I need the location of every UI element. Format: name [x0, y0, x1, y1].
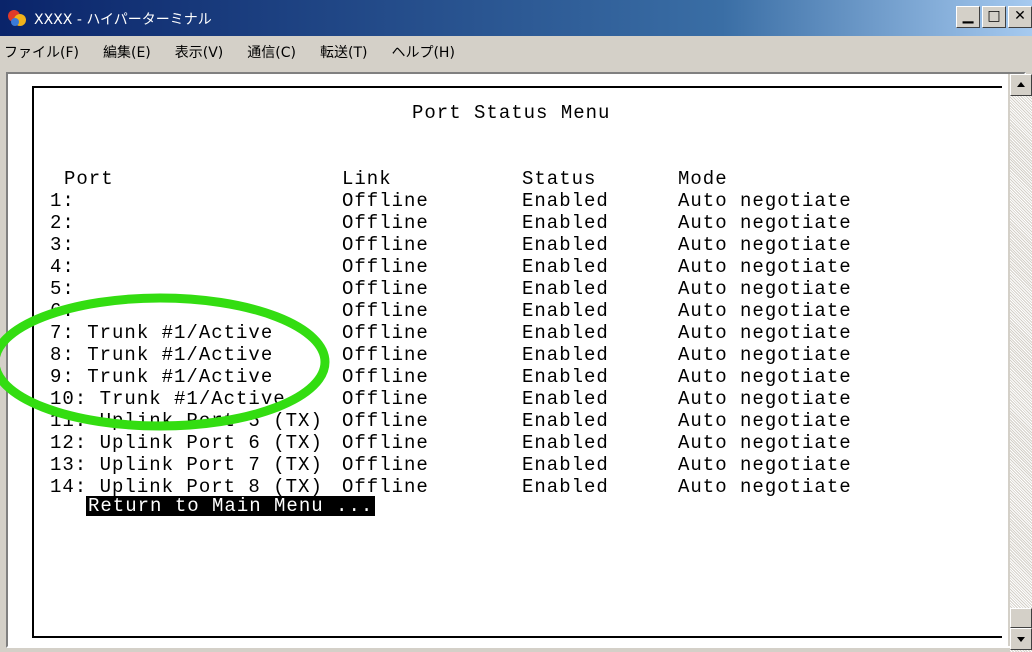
- window-title: XXXX - ハイパーターミナル: [34, 12, 212, 28]
- menu-communication[interactable]: 通信(C): [235, 42, 308, 62]
- row-1-link: Offline: [342, 190, 429, 212]
- maximize-button[interactable]: □: [982, 6, 1006, 28]
- close-icon: ✕: [1014, 8, 1026, 24]
- row-6-status: Enabled: [522, 300, 609, 322]
- row-3-status: Enabled: [522, 234, 609, 256]
- row-11-status: Enabled: [522, 410, 609, 432]
- row-7-link: Offline: [342, 322, 429, 344]
- maximize-icon: □: [987, 8, 1001, 24]
- row-3-port: 3:: [50, 234, 75, 256]
- row-5-link: Offline: [342, 278, 429, 300]
- row-12-port: 12: Uplink Port 6 (TX): [50, 432, 323, 454]
- scroll-up-button[interactable]: [1010, 74, 1032, 96]
- title-bar[interactable]: XXXX - ハイパーターミナル ▁ □ ✕: [0, 0, 1032, 36]
- row-13-port: 13: Uplink Port 7 (TX): [50, 454, 323, 476]
- vertical-scrollbar[interactable]: [1010, 74, 1032, 652]
- row-7-mode: Auto negotiate: [678, 322, 852, 344]
- column-header-link: Link: [342, 168, 392, 190]
- row-6-port: 6:: [50, 300, 75, 322]
- row-3-link: Offline: [342, 234, 429, 256]
- row-5-port: 5:: [50, 278, 75, 300]
- row-11-port: 11: Uplink Port 5 (TX): [50, 410, 323, 432]
- row-2-mode: Auto negotiate: [678, 212, 852, 234]
- row-8-port: 8: Trunk #1/Active: [50, 344, 274, 366]
- row-9-port: 9: Trunk #1/Active: [50, 366, 274, 388]
- menu-help[interactable]: ヘルプ(H): [379, 42, 466, 62]
- row-9-mode: Auto negotiate: [678, 366, 852, 388]
- row-4-mode: Auto negotiate: [678, 256, 852, 278]
- menu-transfer[interactable]: 転送(T): [308, 42, 379, 62]
- row-8-status: Enabled: [522, 344, 609, 366]
- minimize-icon: ▁: [962, 8, 974, 24]
- row-1-mode: Auto negotiate: [678, 190, 852, 212]
- row-7-status: Enabled: [522, 322, 609, 344]
- row-14-mode: Auto negotiate: [678, 476, 852, 498]
- row-11-mode: Auto negotiate: [678, 410, 852, 432]
- scroll-down-button[interactable]: [1010, 628, 1032, 650]
- row-6-mode: Auto negotiate: [678, 300, 852, 322]
- column-header-port: Port: [64, 168, 114, 190]
- row-10-status: Enabled: [522, 388, 609, 410]
- row-10-link: Offline: [342, 388, 429, 410]
- menu-edit[interactable]: 編集(E): [91, 42, 163, 62]
- column-header-mode: Mode: [678, 168, 728, 190]
- column-header-status: Status: [522, 168, 597, 190]
- row-5-status: Enabled: [522, 278, 609, 300]
- row-4-status: Enabled: [522, 256, 609, 278]
- arrow-down-icon: [1017, 637, 1025, 642]
- menu-view[interactable]: 表示(V): [163, 42, 236, 62]
- row-6-link: Offline: [342, 300, 429, 322]
- row-3-mode: Auto negotiate: [678, 234, 852, 256]
- row-13-status: Enabled: [522, 454, 609, 476]
- row-10-mode: Auto negotiate: [678, 388, 852, 410]
- row-13-link: Offline: [342, 454, 429, 476]
- scroll-thumb[interactable]: [1010, 608, 1032, 628]
- row-4-link: Offline: [342, 256, 429, 278]
- row-11-link: Offline: [342, 410, 429, 432]
- row-9-link: Offline: [342, 366, 429, 388]
- menu-heading: Port Status Menu: [412, 102, 611, 124]
- hyperterminal-icon: [8, 10, 26, 26]
- arrow-up-icon: [1017, 82, 1025, 87]
- row-4-port: 4:: [50, 256, 75, 278]
- row-13-mode: Auto negotiate: [678, 454, 852, 476]
- row-12-mode: Auto negotiate: [678, 432, 852, 454]
- row-2-port: 2:: [50, 212, 75, 234]
- row-8-link: Offline: [342, 344, 429, 366]
- minimize-button[interactable]: ▁: [956, 6, 980, 28]
- return-to-main-menu[interactable]: Return to Main Menu ...: [86, 496, 376, 516]
- row-2-link: Offline: [342, 212, 429, 234]
- row-5-mode: Auto negotiate: [678, 278, 852, 300]
- row-1-status: Enabled: [522, 190, 609, 212]
- row-12-status: Enabled: [522, 432, 609, 454]
- row-14-status: Enabled: [522, 476, 609, 498]
- row-8-mode: Auto negotiate: [678, 344, 852, 366]
- menu-bar: ファイル(F) 編集(E) 表示(V) 通信(C) 転送(T) ヘルプ(H): [0, 36, 1032, 68]
- row-1-port: 1:: [50, 190, 75, 212]
- close-button[interactable]: ✕: [1008, 6, 1032, 28]
- row-7-port: 7: Trunk #1/Active: [50, 322, 274, 344]
- row-9-status: Enabled: [522, 366, 609, 388]
- row-2-status: Enabled: [522, 212, 609, 234]
- row-10-port: 10: Trunk #1/Active: [50, 388, 286, 410]
- menu-file[interactable]: ファイル(F): [0, 42, 91, 62]
- row-12-link: Offline: [342, 432, 429, 454]
